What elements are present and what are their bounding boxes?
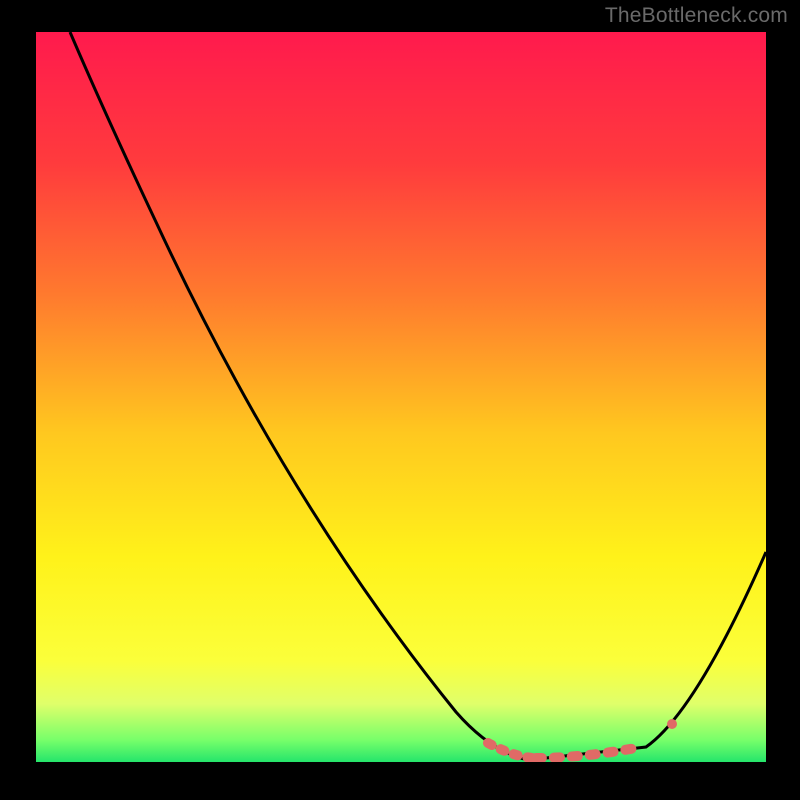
watermark-text: TheBottleneck.com (605, 4, 788, 28)
chart-container: TheBottleneck.com (0, 0, 800, 800)
recommended-range-left (488, 743, 536, 758)
curve-layer (36, 32, 766, 762)
recommended-range-right-dot (667, 719, 677, 729)
bottleneck-curve-main (70, 32, 766, 760)
plot-area (36, 32, 766, 762)
recommended-range-bottom (536, 748, 636, 758)
